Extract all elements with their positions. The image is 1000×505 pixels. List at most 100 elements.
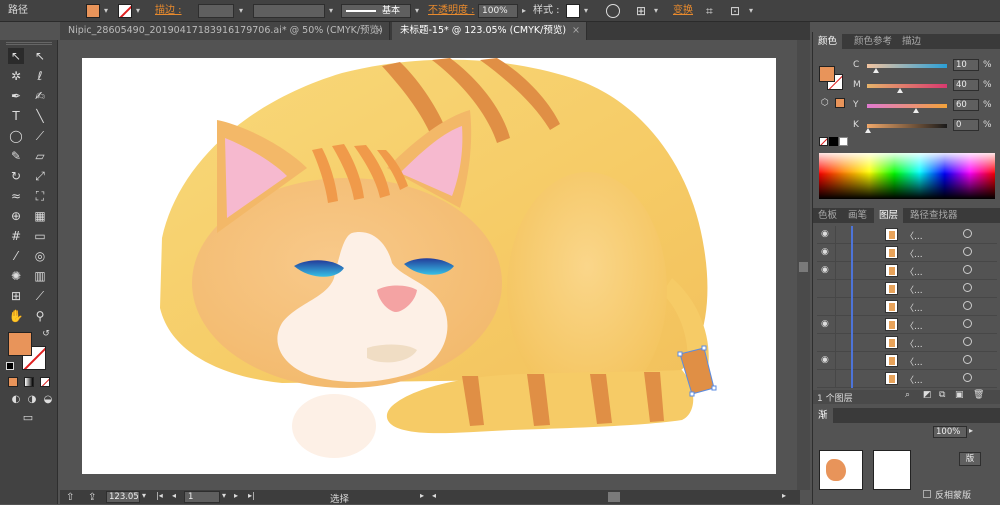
lock-toggle[interactable] [835,334,849,351]
tab-pathfinder[interactable]: 路径查找器 [905,208,963,223]
lock-toggle[interactable] [835,370,849,387]
brush-profile-select[interactable]: 基本 [341,4,411,18]
layer-row[interactable]: ◉ 〈... [817,244,997,262]
last-artboard-icon[interactable]: ▸| [248,491,255,500]
close-icon[interactable]: × [572,22,580,40]
draw-behind-icon[interactable]: ◑ [24,392,40,408]
invert-mask-checkbox[interactable] [923,490,931,498]
color-mode-icon[interactable] [8,377,18,387]
shape-builder-tool-icon[interactable]: ⊕ [8,208,24,224]
slider-thumb[interactable] [865,128,871,133]
eraser-tool-icon[interactable]: ▱ [32,148,48,164]
isolate-icon[interactable]: ⊡ [730,0,740,22]
lock-toggle[interactable] [835,316,849,333]
layer-row[interactable]: 〈... [817,280,997,298]
layer-row[interactable]: ◉ 〈... [817,226,997,244]
layer-row[interactable]: ◉ 〈... [817,262,997,280]
tab-stroke[interactable]: 描边 [897,34,926,49]
slice-tool-icon[interactable]: ⟋ [32,288,48,304]
target-icon[interactable] [963,373,972,382]
lock-toggle[interactable] [835,244,849,261]
more-options-icon[interactable]: ▾ [746,4,756,18]
target-icon[interactable] [963,265,972,274]
tab-color[interactable]: 颜色 [813,34,843,49]
lock-toggle[interactable] [835,298,849,315]
new-sublayer-icon[interactable]: ⧉ [939,390,945,400]
style-dropdown-icon[interactable]: ▾ [581,4,591,18]
make-mask-button[interactable]: 版 [959,452,981,466]
target-icon[interactable] [963,355,972,364]
type-tool-icon[interactable]: T [8,108,24,124]
tab-swatches[interactable]: 色板 [813,208,842,223]
next-artboard-icon[interactable]: ▸ [234,491,238,500]
slider-thumb[interactable] [873,68,879,73]
tab-gradient[interactable]: 渐 [813,408,833,423]
stroke-weight-input[interactable] [198,4,234,18]
visibility-icon[interactable]: ◉ [821,265,829,275]
selection-tool-icon[interactable]: ↖ [8,48,24,64]
visibility-icon[interactable]: ◉ [821,229,829,239]
delete-layer-icon[interactable]: 🗑 [973,390,984,400]
slider-track[interactable] [867,124,947,128]
previous-artboard-icon[interactable]: ◂ [172,491,176,500]
slider-track[interactable] [867,84,947,88]
lock-toggle[interactable] [835,280,849,297]
draw-inside-icon[interactable]: ◒ [40,392,56,408]
target-icon[interactable] [963,283,972,292]
slider-track[interactable] [867,104,947,108]
slider-value-input[interactable]: 0 [953,119,979,131]
brush-profile-dropdown-icon[interactable]: ▾ [412,4,422,18]
target-icon[interactable] [963,229,972,238]
visibility-icon[interactable]: ◉ [821,355,829,365]
tab-layers[interactable]: 图层 [874,208,904,223]
mesh-tool-icon[interactable]: # [8,228,24,244]
target-icon[interactable] [963,337,972,346]
tab-brushes[interactable]: 画笔 [843,208,872,223]
out-of-gamut-icon[interactable]: ⬡ [821,98,829,108]
artboard-number-input[interactable]: 1 [184,491,220,503]
tab-document-2[interactable]: 未标题-15* @ 123.05% (CMYK/预览) × [392,22,587,40]
zoom-dropdown-icon[interactable]: ▾ [142,491,146,500]
zoom-tool-icon[interactable]: ⚲ [32,308,48,324]
layer-row[interactable]: 〈... [817,298,997,316]
scale-tool-icon[interactable]: ⤢ [32,168,48,184]
free-transform-tool-icon[interactable]: ⛶ [32,188,48,204]
stroke-swatch[interactable] [118,4,132,18]
slider-value-input[interactable]: 40 [953,79,979,91]
graphic-style-swatch[interactable] [566,4,580,18]
vertical-scroll-thumb[interactable] [799,262,808,272]
layer-row[interactable]: ◉ 〈... [817,352,997,370]
fill-swatch[interactable] [86,4,100,18]
first-artboard-icon[interactable]: |◂ [156,491,163,500]
share-icon[interactable]: ⇧ [66,492,74,503]
lasso-tool-icon[interactable]: ℓ [32,68,48,84]
slider-value-input[interactable]: 60 [953,99,979,111]
slider-thumb[interactable] [913,108,919,113]
opacity-dropdown-icon[interactable]: ▸ [519,4,529,18]
target-icon[interactable] [963,301,972,310]
target-icon[interactable] [963,247,972,256]
tab-color-guide[interactable]: 颜色参考 [849,34,897,49]
perspective-grid-tool-icon[interactable]: ▦ [32,208,48,224]
artboard-dropdown-icon[interactable]: ▾ [222,491,226,500]
clipping-mask-icon[interactable]: ◩ [923,390,932,400]
transform-icon[interactable]: ⌗ [706,0,713,22]
pen-tool-icon[interactable]: ✒ [8,88,24,104]
color-spectrum[interactable] [819,153,995,199]
magic-wand-tool-icon[interactable]: ✲ [8,68,24,84]
tab-document-1[interactable]: Nipic_28605490_20190417183916179706.ai* … [60,22,390,40]
visibility-icon[interactable]: ◉ [821,247,829,257]
variable-width-dropdown-icon[interactable]: ▾ [326,4,336,18]
black-swatch[interactable] [829,137,838,146]
transparency-opacity-input[interactable]: 100% [933,426,967,438]
align-dropdown-icon[interactable]: ▾ [651,4,661,18]
screen-mode-icon[interactable]: ▭ [18,410,38,426]
fill-color-box[interactable] [8,332,32,356]
gradient-mode-icon[interactable] [24,377,34,387]
none-swatch[interactable] [819,137,828,146]
scroll-left-icon[interactable]: ◂ [432,491,436,500]
gradient-tool-icon[interactable]: ▭ [32,228,48,244]
new-layer-icon[interactable]: ▣ [955,390,964,400]
recolor-icon[interactable] [606,4,620,18]
default-colors-icon[interactable] [6,362,14,370]
